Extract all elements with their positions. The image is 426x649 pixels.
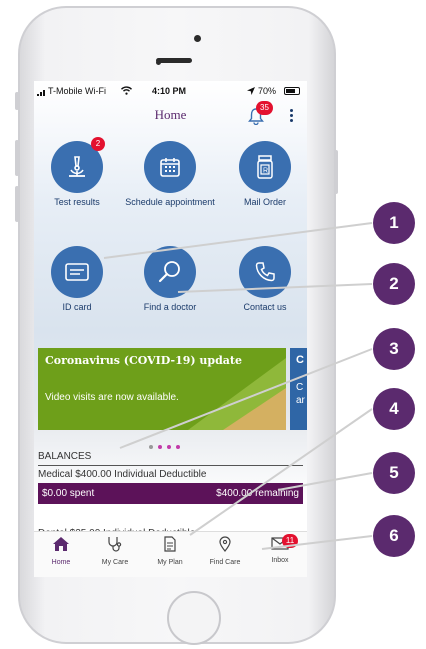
callout-5: 5 [373, 452, 415, 494]
callout-2: 2 [373, 263, 415, 305]
callout-6: 6 [373, 515, 415, 557]
callout-leader-lines [103, 222, 373, 550]
callout-4: 4 [373, 388, 415, 430]
callout-3: 3 [373, 328, 415, 370]
callout-1: 1 [373, 202, 415, 244]
